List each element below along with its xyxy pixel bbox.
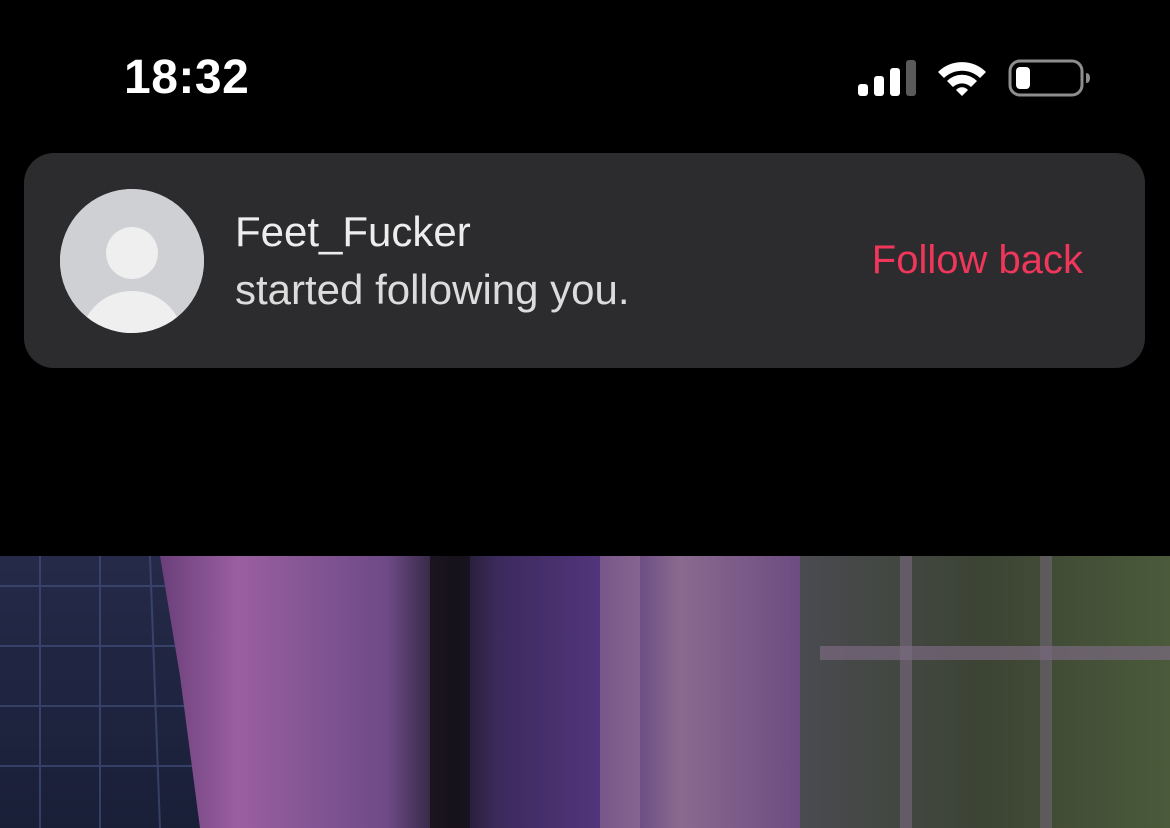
video-preview <box>0 556 1170 828</box>
notification-username: Feet_Fucker <box>235 208 471 255</box>
cellular-signal-icon <box>858 60 916 96</box>
follow-notification[interactable]: Feet_Fucker started following you. Follo… <box>24 153 1145 368</box>
phone-screen: 18:32 Feet_Fucker started following you.… <box>0 0 1170 828</box>
video-background <box>0 556 1170 828</box>
avatar[interactable] <box>60 189 204 333</box>
status-time: 18:32 <box>124 51 250 104</box>
status-icons <box>850 56 1100 100</box>
battery-low-icon <box>1008 59 1090 97</box>
follow-back-button[interactable]: Follow back <box>872 235 1083 285</box>
default-profile-icon <box>60 189 204 333</box>
wifi-icon <box>938 62 986 96</box>
notification-message: started following you. <box>235 266 630 313</box>
